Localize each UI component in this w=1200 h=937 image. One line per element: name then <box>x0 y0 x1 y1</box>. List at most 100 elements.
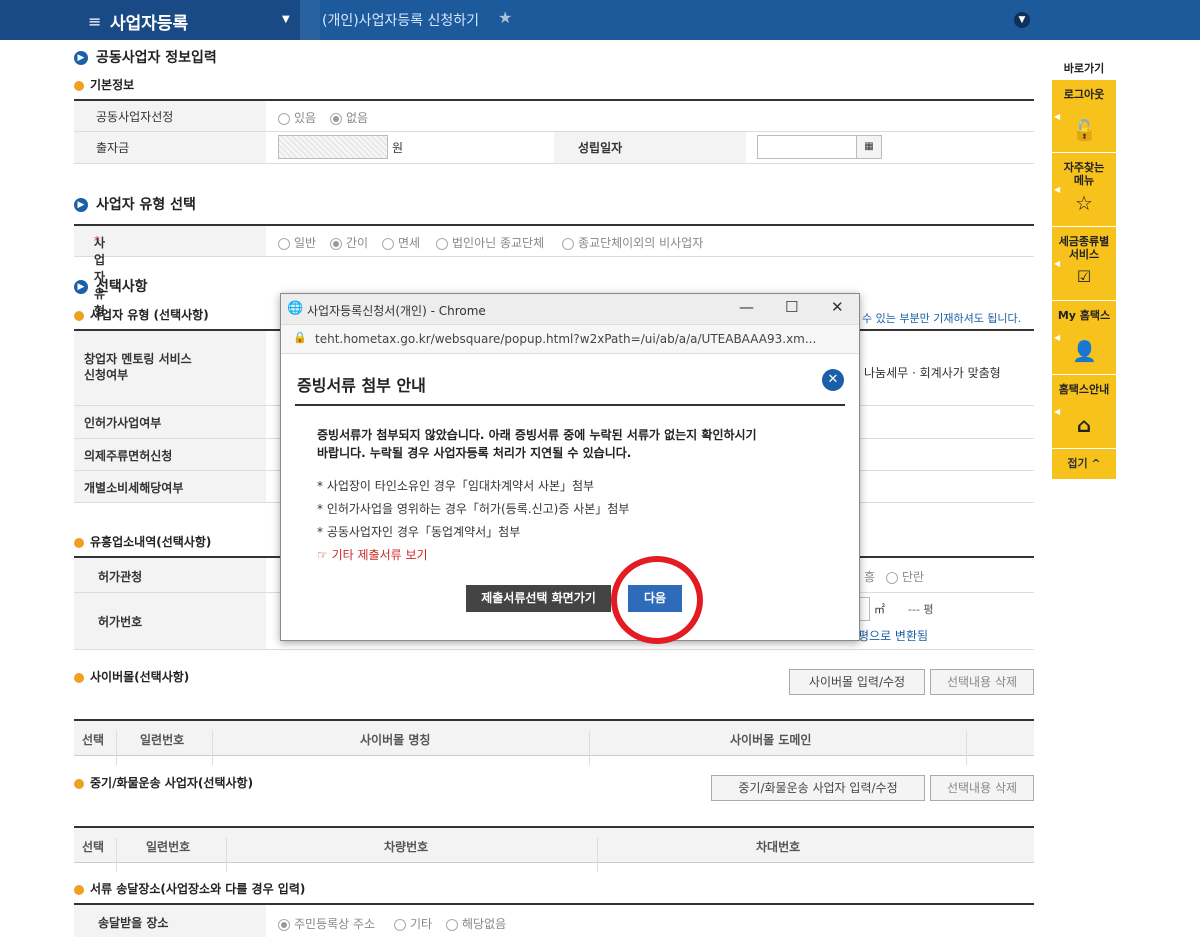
quick-my-hometax[interactable]: ◀ My 홈택스 👤 <box>1052 301 1116 375</box>
favorite-star-icon[interactable]: ★ <box>498 8 512 27</box>
radio-circle[interactable] <box>394 918 406 931</box>
subsection-text: 사이버몰(선택사항) <box>90 670 190 684</box>
radio-circle[interactable] <box>278 112 290 125</box>
chevron-down-icon[interactable]: ▼ <box>1014 12 1030 28</box>
subsection-text: 중기/화물운송 사업자(선택사항) <box>90 776 254 790</box>
caret-left-icon: ◀ <box>1054 112 1061 121</box>
joint-select-label: 공동사업자선정 <box>96 110 174 124</box>
cybermall-delete-button[interactable]: 선택내용 삭제 <box>930 669 1034 695</box>
radio-circle[interactable] <box>562 237 574 250</box>
radio-entertain-danran[interactable]: 단란 <box>886 568 924 585</box>
doc-item: * 사업장이 타인소유인 경우「임대차계약서 사본」첨부 <box>317 479 595 493</box>
subsection-cybermall: 사이버몰(선택사항) <box>74 668 189 685</box>
optional-note: 수 있는 부분만 기재하셔도 됩니다. <box>862 312 1022 325</box>
dialog-message: 증빙서류가 첨부되지 않았습니다. 아래 증빙서류 중에 누락된 서류가 없는지… <box>317 426 837 462</box>
hamburger-menu-icon[interactable]: ≡ <box>88 12 101 31</box>
radio-biztype-general[interactable]: 일반 <box>278 234 316 251</box>
quick-menu: 바로가기 ◀ 로그아웃 🔓 ◀ 자주찾는 메뉴 ☆ ◀ 세금종류별 서비스 ☑ … <box>1052 60 1116 479</box>
radio-delivery-none[interactable]: 해당없음 <box>446 915 506 932</box>
founded-label: 성립일자 <box>578 141 623 155</box>
quick-logout[interactable]: ◀ 로그아웃 🔓 <box>1052 80 1116 153</box>
label-cell: 허가번호 <box>74 593 266 649</box>
capital-input[interactable] <box>278 135 388 159</box>
radio-circle[interactable] <box>886 571 898 584</box>
radio-biztype-nonbusiness[interactable]: 종교단체이외의 비사업자 <box>562 234 703 251</box>
label-cell: 허가관청 <box>74 558 266 592</box>
quick-hometax-guide[interactable]: ◀ 홈택스안내 ⌂ <box>1052 375 1116 449</box>
minimize-icon[interactable]: — <box>739 298 754 316</box>
quick-item-label: 세금종류별 서비스 <box>1058 235 1110 261</box>
transport-edit-button[interactable]: 중기/화물운송 사업자 입력/수정 <box>711 775 925 801</box>
globe-icon: 🌐 <box>287 301 304 316</box>
quick-tax-services[interactable]: ◀ 세금종류별 서비스 ☑ <box>1052 227 1116 301</box>
quick-menu-header: 바로가기 <box>1063 62 1105 75</box>
dialog-title: 증빙서류 첨부 안내 <box>297 376 426 395</box>
label-cell: 출자금 <box>74 132 266 163</box>
section-arrow-icon: ▶ <box>74 51 88 65</box>
radio-label: 간이 <box>346 236 369 250</box>
label-cell: 창업자 멘토링 서비스 신청여부 <box>74 331 266 405</box>
caret-left-icon: ◀ <box>1054 333 1061 342</box>
radio-label: 종교단체이외의 비사업자 <box>578 236 704 250</box>
calendar-icon[interactable]: ▦ <box>856 135 882 159</box>
quick-menu-collapse[interactable]: 접기 ^ <box>1052 449 1116 479</box>
radio-joint-no[interactable]: 없음 <box>330 109 368 126</box>
subsection-text: 서류 송달장소(사업장소와 다를 경우 입력) <box>90 882 306 896</box>
radio-circle[interactable] <box>278 918 290 931</box>
radio-circle[interactable] <box>278 237 290 250</box>
radio-circle[interactable] <box>436 237 448 250</box>
radio-label: 해당없음 <box>462 917 507 931</box>
quick-item-label: 로그아웃 <box>1063 88 1105 101</box>
menu-dropdown-icon[interactable]: ▼ <box>282 14 290 25</box>
transport-delete-button[interactable]: 선택내용 삭제 <box>930 775 1034 801</box>
radio-biztype-religious[interactable]: 법인아닌 종교단체 <box>436 234 544 251</box>
maximize-icon[interactable]: ☐ <box>785 298 798 316</box>
dialog-close-icon[interactable]: ✕ <box>822 369 844 391</box>
subsection-dot-icon <box>74 537 84 548</box>
radio-circle[interactable] <box>382 237 394 250</box>
radio-biztype-simple[interactable]: 간이 <box>330 234 368 251</box>
column-divider <box>116 838 117 872</box>
radio-circle[interactable] <box>330 112 342 125</box>
subsection-dot-icon <box>74 884 84 895</box>
mentor-label-2: 신청여부 <box>84 368 129 382</box>
license-label: 인허가사업여부 <box>84 416 162 430</box>
label-cell: * 사업자 유형 <box>74 226 266 318</box>
checkbox-icon: ☑ <box>1076 267 1092 286</box>
other-docs-link[interactable]: ☞ 기타 제출서류 보기 <box>317 546 428 563</box>
label-cell: 공동사업자선정 <box>74 101 266 131</box>
radio-delivery-other[interactable]: 기타 <box>394 915 432 932</box>
user-icon: 👤 <box>1072 339 1097 363</box>
radio-delivery-resident[interactable]: 주민등록상 주소 <box>278 915 375 932</box>
pyeong-value: --- 평 <box>908 603 934 616</box>
column-header: 사이버몰 도메인 <box>730 733 812 747</box>
section-joint-title: ▶ 공동사업자 정보입력 <box>74 47 217 67</box>
cybermall-edit-button[interactable]: 사이버몰 입력/수정 <box>789 669 925 695</box>
window-close-icon[interactable]: ✕ <box>831 298 844 316</box>
capital-label: 출자금 <box>96 141 130 155</box>
unlock-icon: 🔓 <box>1072 118 1097 142</box>
row-delivery: 송달받을 장소 주민등록상 주소 기타 해당없음 <box>74 905 1034 937</box>
quick-favorites[interactable]: ◀ 자주찾는 메뉴 ☆ <box>1052 153 1116 227</box>
label-cell: 의제주류면허신청 <box>74 439 266 470</box>
quick-item-label: My 홈택스 <box>1057 309 1111 322</box>
column-divider <box>116 731 117 765</box>
dialog-title-divider <box>295 404 845 406</box>
lock-icon: 🔒 <box>293 331 307 344</box>
radio-circle[interactable] <box>330 237 342 250</box>
radio-biztype-exempt[interactable]: 면세 <box>382 234 420 251</box>
radio-circle[interactable] <box>446 918 458 931</box>
subsection-transport: 중기/화물운송 사업자(선택사항) <box>74 774 253 791</box>
other-docs-link-text[interactable]: 기타 제출서류 보기 <box>332 548 428 562</box>
menu-title[interactable]: 사업자등록 <box>110 9 188 34</box>
founded-date-input[interactable] <box>757 135 857 159</box>
column-header: 일련번호 <box>140 733 185 747</box>
transport-table-header: 선택 일련번호 차량번호 차대번호 <box>74 826 1034 872</box>
excise-label: 개별소비세해당여부 <box>84 481 184 495</box>
popup-url: teht.hometax.go.kr/websquare/popup.html?… <box>315 332 817 346</box>
doc-item: * 공동사업자인 경우「동업계약서」첨부 <box>317 525 521 539</box>
radio-label: 주민등록상 주소 <box>294 917 376 931</box>
mentor-description: 나눔세무 · 회계사가 맞춤형 <box>864 366 1001 380</box>
radio-joint-yes[interactable]: 있음 <box>278 109 316 126</box>
select-docs-button[interactable]: 제출서류선택 화면가기 <box>466 585 611 612</box>
